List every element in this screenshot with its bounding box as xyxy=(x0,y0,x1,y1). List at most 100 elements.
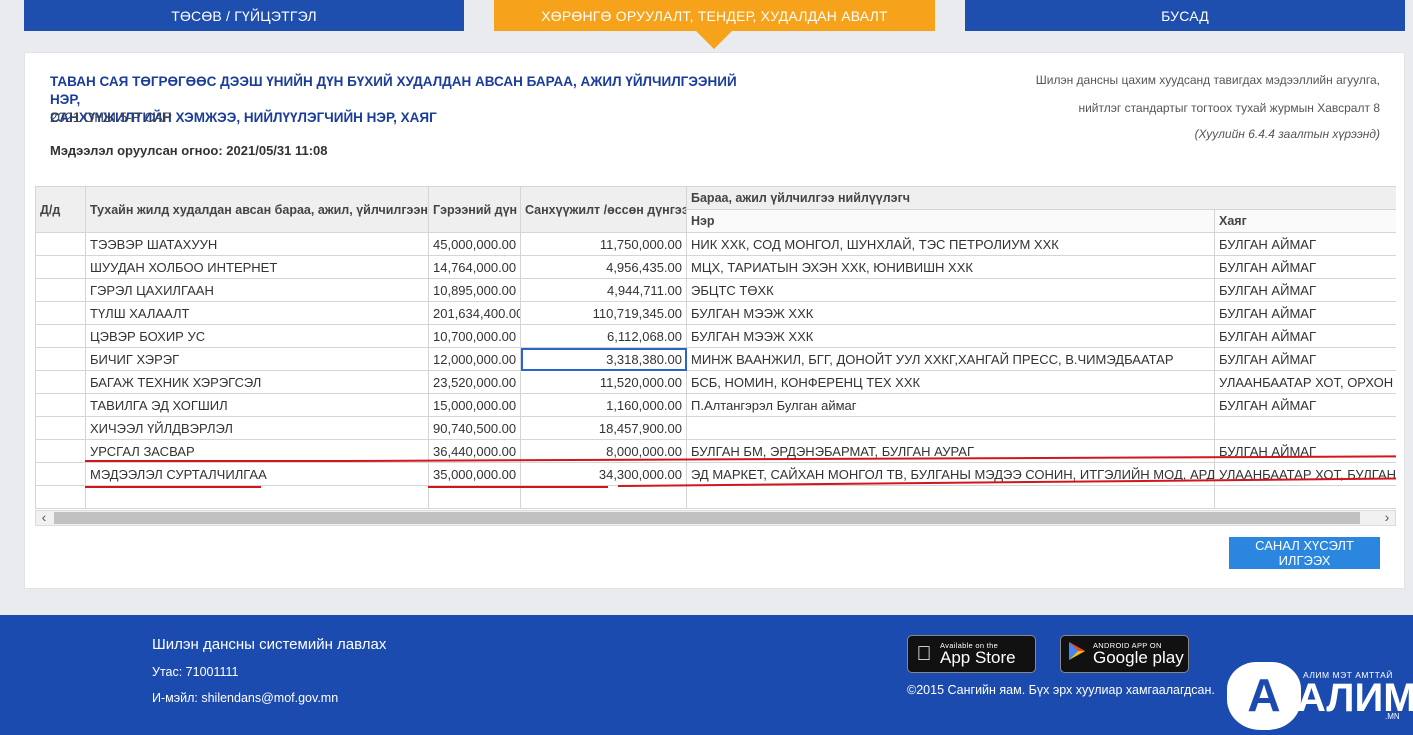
cell-contract[interactable]: 12,000,000.00 xyxy=(428,347,521,371)
cell-contract[interactable]: 23,520,000.00 xyxy=(428,370,521,394)
cell-index[interactable] xyxy=(35,301,86,325)
app-store-badge[interactable]:  Available on the App Store xyxy=(907,635,1036,673)
table-row[interactable]: ТАВИЛГА ЭД ХОГШИЛ 15,000,000.00 1,160,000.… xyxy=(35,393,1396,417)
cell-supplier[interactable]: БСБ, НОМИН, КОНФЕРЕНЦ ТЕХ ХХК xyxy=(686,370,1215,394)
cell-name[interactable]: ХИЧЭЭЛ ҮЙЛДВЭРЛЭЛ xyxy=(85,416,429,440)
table-row[interactable]: ХИЧЭЭЛ ҮЙЛДВЭРЛЭЛ 90,740,500.00 18,457,900… xyxy=(35,416,1396,440)
cell-name[interactable]: ШУУДАН ХОЛБОО ИНТЕРНЕТ xyxy=(85,255,429,279)
cell-address[interactable]: УЛААНБААТАР ХОТ, ОРХОН АЙМАГ xyxy=(1213,370,1396,394)
active-tab-arrow xyxy=(696,31,732,49)
cell-name[interactable]: ТАВИЛГА ЭД ХОГШИЛ xyxy=(85,393,429,417)
tab-investment[interactable]: Хөрөнгө оруулалт, тендер, худалдан авалт xyxy=(494,0,935,31)
cell-contract[interactable]: 201,634,400.00 xyxy=(428,301,521,325)
cell-contract[interactable] xyxy=(428,485,521,509)
cell-supplier[interactable]: МИНЖ ВААНЖИЛ, БГГ, ДОНОЙТ УУЛ ХХКГ,ХАНГА… xyxy=(686,347,1215,371)
table-row[interactable]: ГЭРЭЛ ЦАХИЛГААН 10,895,000.00 4,944,711.00… xyxy=(35,278,1396,302)
cell-index[interactable] xyxy=(35,232,86,256)
table-row[interactable]: ШУУДАН ХОЛБОО ИНТЕРНЕТ 14,764,000.00 4,956… xyxy=(35,255,1396,279)
cell-address[interactable]: БУЛГАН АЙМАГ xyxy=(1213,324,1396,348)
cell-address[interactable] xyxy=(1213,485,1396,509)
header-funding: Санхүүжилт /өссөн дүнгээр/ xyxy=(520,186,687,233)
cell-supplier[interactable]: ЭБЦТС ТӨХК xyxy=(686,278,1215,302)
cell-name[interactable]: БАГАЖ ТЕХНИК ХЭРЭГСЭЛ xyxy=(85,370,429,394)
cell-supplier[interactable]: П.Алтангэрэл Булган аймаг xyxy=(686,393,1215,417)
cell-funding[interactable]: 1,160,000.00 xyxy=(520,393,687,417)
google-play-badge[interactable]: ANDROID APP ON Google play xyxy=(1060,635,1189,673)
table-row[interactable]: БАГАЖ ТЕХНИК ХЭРЭГСЭЛ 23,520,000.00 11,520… xyxy=(35,370,1396,394)
cell-contract[interactable]: 90,740,500.00 xyxy=(428,416,521,440)
table-row[interactable]: ЦЭВЭР БОХИР УС 10,700,000.00 6,112,068.00 Б… xyxy=(35,324,1396,348)
cell-name[interactable]: ЦЭВЭР БОХИР УС xyxy=(85,324,429,348)
cell-index[interactable] xyxy=(35,462,86,486)
cell-index[interactable] xyxy=(35,324,86,348)
cell-address[interactable]: БУЛГАН АЙМАГ xyxy=(1213,347,1396,371)
cell-supplier[interactable]: БУЛГАН МЭЭЖ ХХК xyxy=(686,324,1215,348)
header-supplier-group: Бараа, ажил үйлчилгээ нийлүүлэгч xyxy=(685,186,1396,210)
cell-address[interactable]: БУЛГАН АЙМАГ xyxy=(1213,439,1396,463)
table-row[interactable]: ТЭЭВЭР ШАТАХУУН 45,000,000.00 11,750,000.0… xyxy=(35,232,1396,256)
scroll-left-icon[interactable]: ‹ xyxy=(36,509,52,525)
cell-funding[interactable] xyxy=(520,485,687,509)
cell-contract[interactable]: 45,000,000.00 xyxy=(428,232,521,256)
play-icon xyxy=(1061,640,1093,668)
cell-supplier[interactable] xyxy=(686,416,1215,440)
cell-contract[interactable]: 14,764,000.00 xyxy=(428,255,521,279)
cell-index[interactable] xyxy=(35,370,86,394)
cell-index[interactable] xyxy=(35,485,86,509)
cell-address[interactable]: БУЛГАН АЙМАГ xyxy=(1213,393,1396,417)
cell-address[interactable]: БУЛГАН АЙМАГ xyxy=(1213,255,1396,279)
table-horizontal-scrollbar[interactable]: ‹ › xyxy=(35,509,1396,526)
cell-index[interactable] xyxy=(35,439,86,463)
table-body: ТЭЭВЭР ШАТАХУУН 45,000,000.00 11,750,000.0… xyxy=(35,232,1396,509)
cell-funding[interactable]: 11,520,000.00 xyxy=(520,370,687,394)
tab-other[interactable]: Бусад xyxy=(965,0,1405,31)
cell-address[interactable]: БУЛГАН АЙМАГ xyxy=(1213,232,1396,256)
report-card: ТАВАН САЯ ТӨГРӨГӨӨС ДЭЭШ ҮНИЙН ДҮН БҮХИЙ… xyxy=(24,52,1405,589)
cell-name[interactable] xyxy=(85,485,429,509)
cell-funding[interactable]: 6,112,068.00 xyxy=(520,324,687,348)
cell-address[interactable] xyxy=(1213,416,1396,440)
tab-budget[interactable]: Төсөв / гүйцэтгэл xyxy=(24,0,464,31)
cell-index[interactable] xyxy=(35,347,86,371)
cell-funding[interactable]: 4,944,711.00 xyxy=(520,278,687,302)
cell-supplier[interactable]: МЦХ, ТАРИАТЫН ЭХЭН ХХК, ЮНИВИШН ХХК xyxy=(686,255,1215,279)
alim-apple-icon: А xyxy=(1227,662,1301,730)
report-period: 2021 ОНЫ 5-Р САР xyxy=(50,110,172,125)
cell-supplier[interactable]: НИК ХХК, СОД МОНГОЛ, ШУНХЛАЙ, ТЭС ПЕТРОЛ… xyxy=(686,232,1215,256)
cell-name[interactable]: БИЧИГ ХЭРЭГ xyxy=(85,347,429,371)
cell-index[interactable] xyxy=(35,255,86,279)
cell-name[interactable]: ГЭРЭЛ ЦАХИЛГААН xyxy=(85,278,429,302)
table-row[interactable]: ТҮЛШ ХАЛААЛТ 201,634,400.00 110,719,345.00… xyxy=(35,301,1396,325)
cell-supplier[interactable]: БУЛГАН МЭЭЖ ХХК xyxy=(686,301,1215,325)
header-supplier-name: Нэр xyxy=(686,209,1215,233)
submit-feedback-button[interactable]: Санал хүсэлт илгээх xyxy=(1229,537,1380,569)
cell-funding[interactable]: 34,300,000.00 xyxy=(520,462,687,486)
cell-contract[interactable]: 10,895,000.00 xyxy=(428,278,521,302)
cell-funding[interactable]: 18,457,900.00 xyxy=(520,416,687,440)
cell-contract[interactable]: 35,000,000.00 xyxy=(428,462,521,486)
scroll-right-icon[interactable]: › xyxy=(1379,509,1395,525)
footer: Шилэн дансны системийн лавлах Утас: 7100… xyxy=(0,615,1413,735)
cell-contract[interactable]: 15,000,000.00 xyxy=(428,393,521,417)
footer-email[interactable]: И-мэйл: shilendans@mof.gov.mn xyxy=(152,691,338,705)
cell-address[interactable]: БУЛГАН АЙМАГ xyxy=(1213,278,1396,302)
cell-contract[interactable]: 10,700,000.00 xyxy=(428,324,521,348)
cell-index[interactable] xyxy=(35,278,86,302)
cell-address[interactable]: БУЛГАН АЙМАГ xyxy=(1213,301,1396,325)
cell-name[interactable]: МЭДЭЭЛЭЛ СУРТАЛЧИЛГАА xyxy=(85,462,429,486)
table-row[interactable]: МЭДЭЭЛЭЛ СУРТАЛЧИЛГАА 35,000,000.00 34,300… xyxy=(35,462,1396,486)
table-row[interactable] xyxy=(35,485,1396,509)
cell-index[interactable] xyxy=(35,393,86,417)
cell-funding[interactable]: 3,318,380.00 xyxy=(520,347,687,371)
cell-funding[interactable]: 4,956,435.00 xyxy=(520,255,687,279)
cell-address[interactable]: УЛААНБААТАР ХОТ, БУЛГАН АЙМАГ xyxy=(1213,462,1396,486)
cell-supplier[interactable] xyxy=(686,485,1215,509)
cell-funding[interactable]: 110,719,345.00 xyxy=(520,301,687,325)
scrollbar-thumb[interactable] xyxy=(54,512,1360,524)
cell-funding[interactable]: 11,750,000.00 xyxy=(520,232,687,256)
google-big: Google play xyxy=(1093,648,1184,668)
cell-name[interactable]: ТҮЛШ ХАЛААЛТ xyxy=(85,301,429,325)
table-row[interactable]: БИЧИГ ХЭРЭГ 12,000,000.00 3,318,380.00 МИНЖ… xyxy=(35,347,1396,371)
cell-index[interactable] xyxy=(35,416,86,440)
cell-name[interactable]: ТЭЭВЭР ШАТАХУУН xyxy=(85,232,429,256)
